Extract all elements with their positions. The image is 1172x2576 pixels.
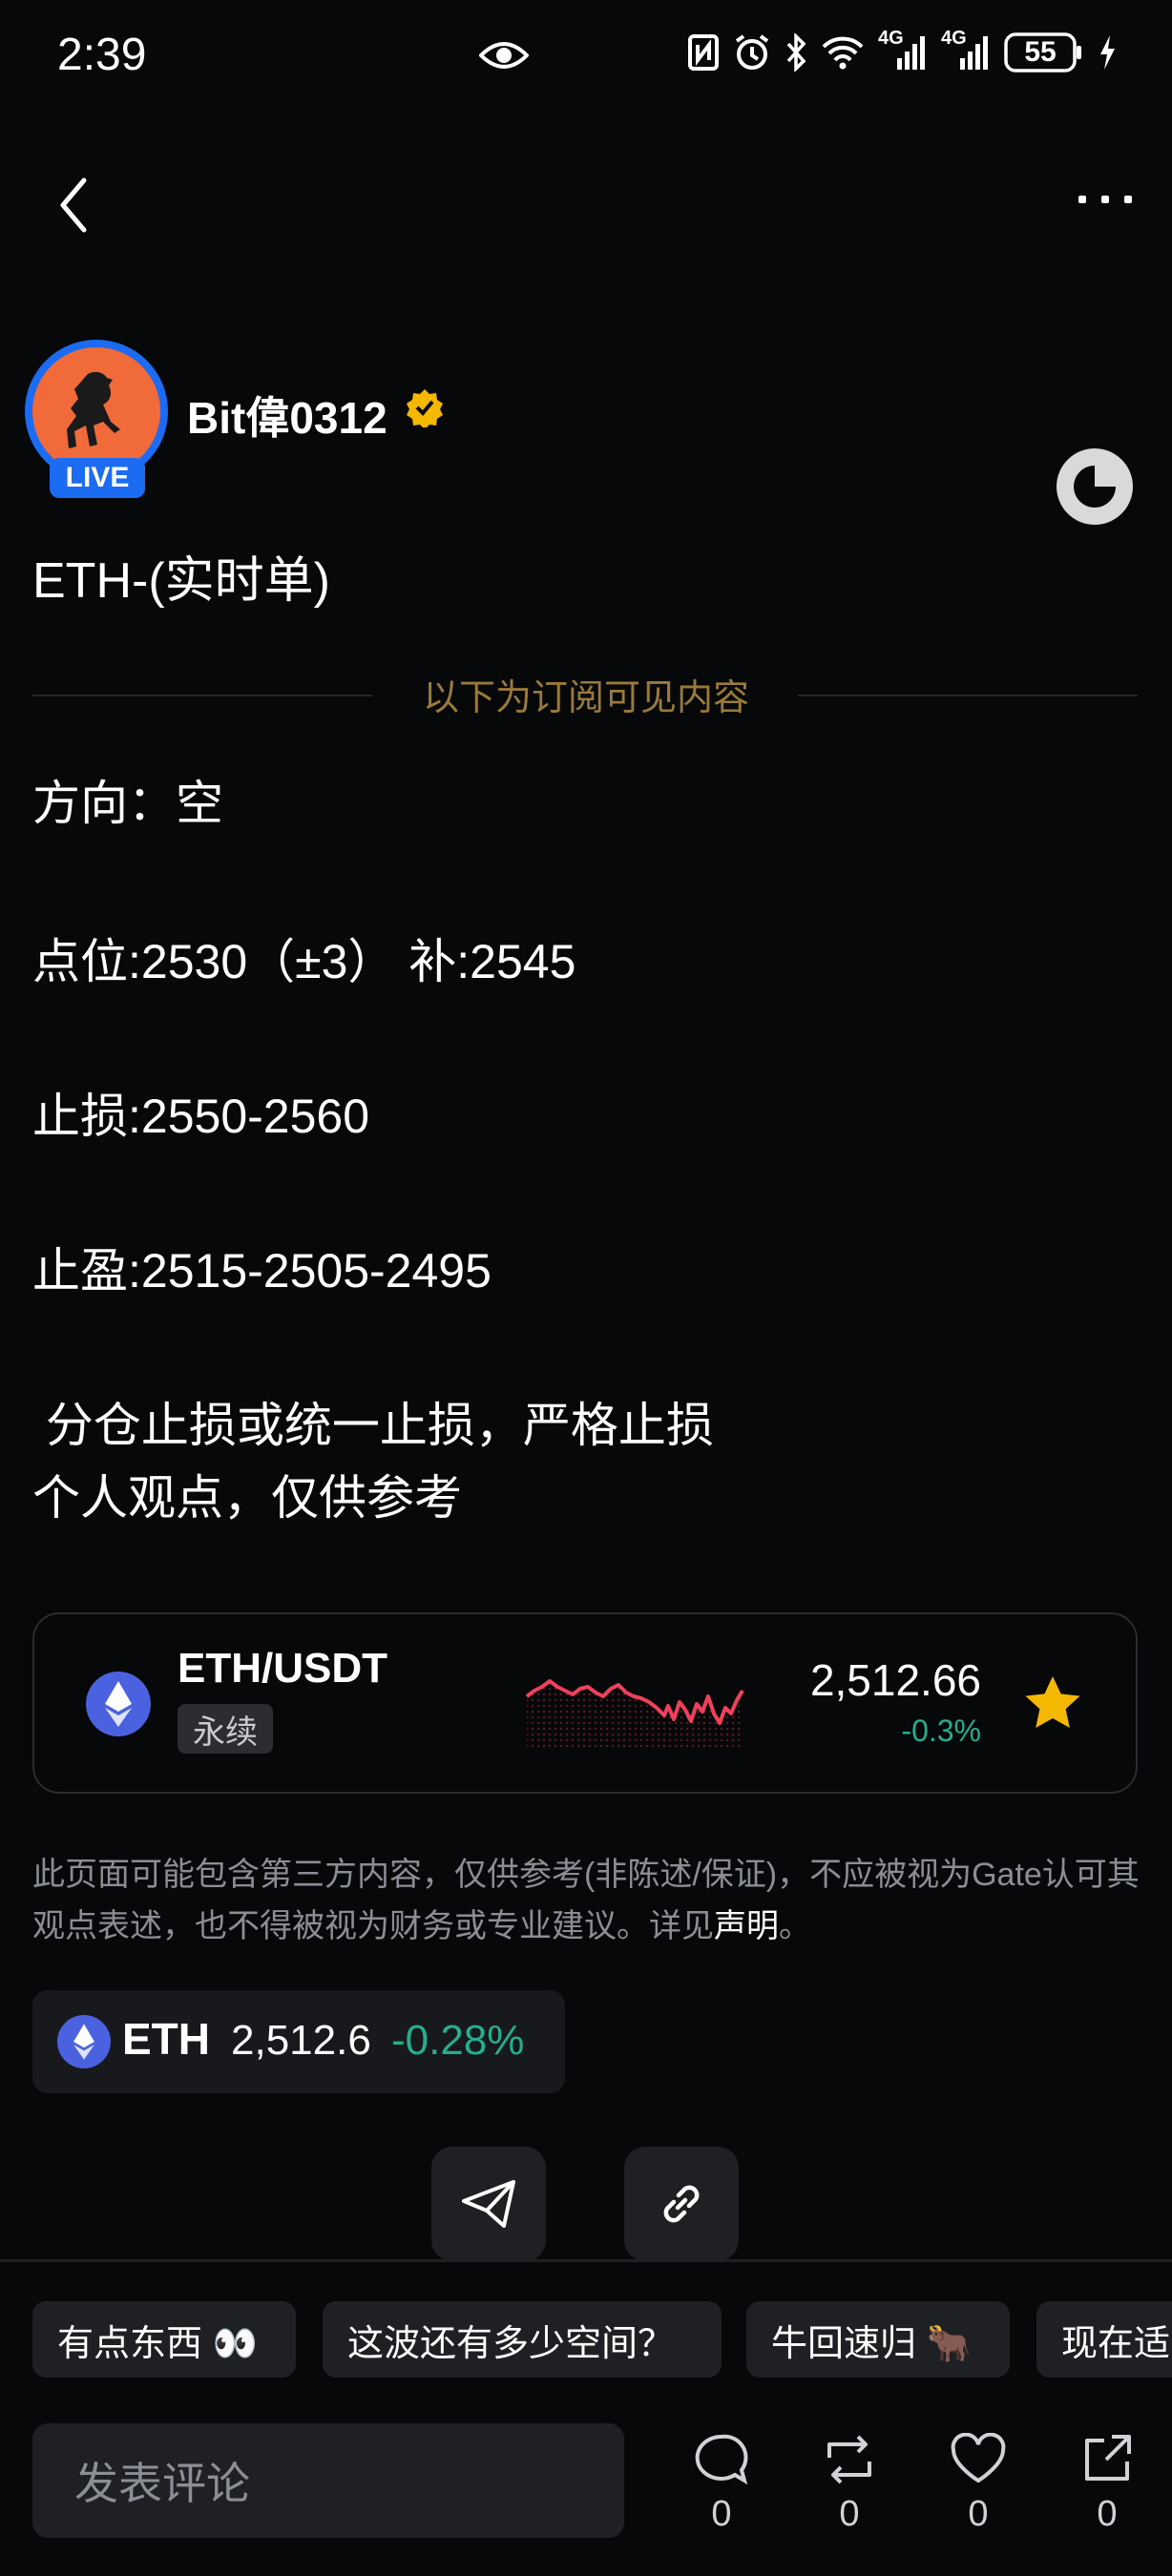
- eth-chip-label: ETH: [122, 2014, 210, 2064]
- disclaimer-link[interactable]: 声明: [714, 1908, 779, 1944]
- favorite-star-icon[interactable]: [1023, 1674, 1082, 1736]
- subscription-divider-text: 以下为订阅可见内容: [422, 678, 749, 718]
- network-label-1: 4G: [878, 28, 904, 49]
- status-time: 2:39: [57, 30, 147, 80]
- content-entry: 点位:2530（±3） 补:2545: [32, 935, 576, 988]
- back-button[interactable]: [57, 177, 90, 239]
- comment-count: 0: [711, 2494, 732, 2534]
- wifi-icon: [821, 34, 865, 71]
- content-take-profit: 止盈:2515-2505-2495: [32, 1244, 492, 1298]
- network-label-2: 4G: [941, 28, 967, 49]
- signal-icon-2: 4G: [941, 28, 991, 72]
- disclaimer-text: 此页面可能包含第三方内容，仅供参考(非陈述/保证)，不应被视为Gate认可其观点…: [32, 1857, 1140, 1944]
- more-options-button[interactable]: [1078, 196, 1132, 203]
- copy-link-button[interactable]: [624, 2147, 739, 2261]
- ticker-type-badge: 永续: [178, 1704, 273, 1754]
- author-name[interactable]: Bit偉0312: [187, 384, 387, 447]
- eth-chip-change: -0.28%: [391, 2017, 525, 2064]
- gate-logo-icon[interactable]: [1055, 447, 1135, 531]
- send-icon: [462, 2180, 515, 2228]
- disclaimer-end: 。: [779, 1908, 811, 1944]
- quick-reply-tag-2[interactable]: 这波还有多少空间？: [323, 2301, 722, 2378]
- content-direction: 方向：空: [32, 777, 223, 830]
- post-title: ETH-(实时单): [32, 553, 330, 609]
- ticker-price: 2,512.66: [809, 1655, 981, 1705]
- link-icon: [663, 2185, 700, 2223]
- like-count: 0: [968, 2494, 989, 2534]
- live-badge: LIVE: [50, 458, 145, 498]
- quick-reply-tag-4[interactable]: 现在适: [1036, 2301, 1172, 2378]
- repost-icon: [827, 2435, 871, 2484]
- comment-input[interactable]: 发表评论: [32, 2423, 624, 2538]
- alarm-icon: [733, 33, 771, 72]
- disclaimer: 此页面可能包含第三方内容，仅供参考(非陈述/保证)，不应被视为Gate认可其观点…: [32, 1849, 1149, 1952]
- share-telegram-button[interactable]: [431, 2147, 546, 2261]
- quick-reply-tag-1[interactable]: 有点东西 👀: [32, 2301, 296, 2378]
- content-note-1: 分仓止损或统一止损，严格止损: [32, 1399, 714, 1452]
- nfc-icon: [687, 33, 720, 72]
- verified-icon: [405, 387, 445, 432]
- ticker-pair: ETH/USDT: [178, 1645, 387, 1692]
- bottom-separator: [0, 2259, 1172, 2262]
- status-icons: 4G 4G 55: [687, 28, 1117, 73]
- battery-level: 55: [1024, 36, 1057, 68]
- eye-icon: [478, 38, 530, 77]
- price-sparkline: [525, 1658, 744, 1755]
- heart-icon: [951, 2433, 1006, 2483]
- eth-chip-price: 2,512.6: [231, 2017, 371, 2064]
- repost-action[interactable]: 0: [811, 2433, 888, 2535]
- quick-reply-tag-3[interactable]: 牛回速归 🐂: [746, 2301, 1010, 2378]
- repost-count: 0: [839, 2494, 860, 2534]
- signal-icon-1: 4G: [878, 28, 928, 72]
- horse-logo-icon: [67, 371, 120, 448]
- content-note-2: 个人观点，仅供参考: [32, 1471, 462, 1525]
- share-icon: [1085, 2435, 1131, 2481]
- content-stop-loss: 止损:2550-2560: [32, 1090, 370, 1143]
- eth-icon: [86, 1672, 151, 1736]
- charging-icon: [1098, 33, 1117, 72]
- bluetooth-icon: [785, 33, 807, 72]
- share-count: 0: [1097, 2494, 1118, 2534]
- like-action[interactable]: 0: [940, 2433, 1016, 2535]
- battery-icon: 55: [1004, 32, 1084, 73]
- eth-chip-icon: [57, 2015, 111, 2068]
- comment-action[interactable]: 0: [683, 2433, 760, 2535]
- share-action[interactable]: 0: [1069, 2433, 1145, 2535]
- comment-icon: [695, 2434, 748, 2485]
- ticker-change: -0.3%: [901, 1714, 981, 1748]
